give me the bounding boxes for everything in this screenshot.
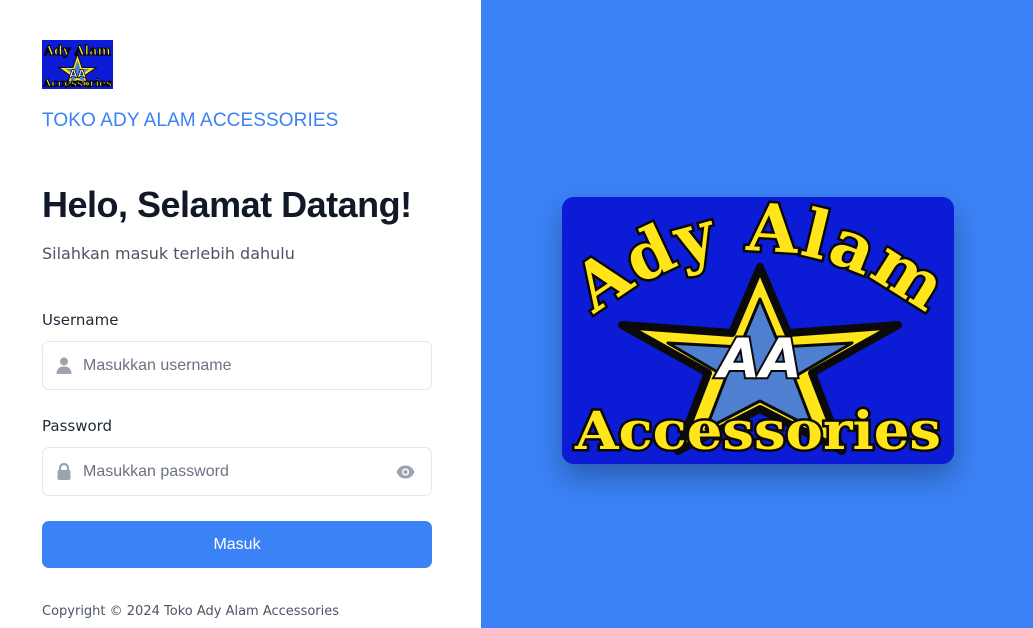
username-label: Username [42,311,119,329]
login-panel: Ady Alam AA Accessories TOKO ADY ALAM AC… [0,0,481,628]
lock-icon [57,463,71,480]
copyright-text: Copyright © 2024 Toko Ady Alam Accessori… [42,604,340,619]
password-label: Password [42,417,113,435]
user-icon [56,357,72,374]
page-title: Helo, Selamat Datang! [42,184,412,225]
brand-name: TOKO ADY ALAM ACCESSORIES [42,110,339,131]
svg-text:AA: AA [714,327,802,390]
svg-text:Ady Alam: Ady Alam [43,43,111,58]
password-input[interactable] [83,448,383,495]
password-field[interactable] [42,447,432,496]
hero-logo: Ady Alam AA Accessories [562,197,954,464]
hero-panel: Ady Alam AA Accessories [481,0,1033,628]
page-subtitle: Silahkan masuk terlebih dahulu [42,244,295,263]
username-field[interactable] [42,341,432,390]
svg-text:Accessories: Accessories [574,401,941,462]
username-input[interactable] [83,342,383,389]
eye-icon[interactable] [396,465,415,479]
login-button[interactable]: Masuk [42,521,432,568]
svg-text:Accessories: Accessories [42,78,112,89]
brand-logo: Ady Alam AA Accessories [42,40,113,89]
